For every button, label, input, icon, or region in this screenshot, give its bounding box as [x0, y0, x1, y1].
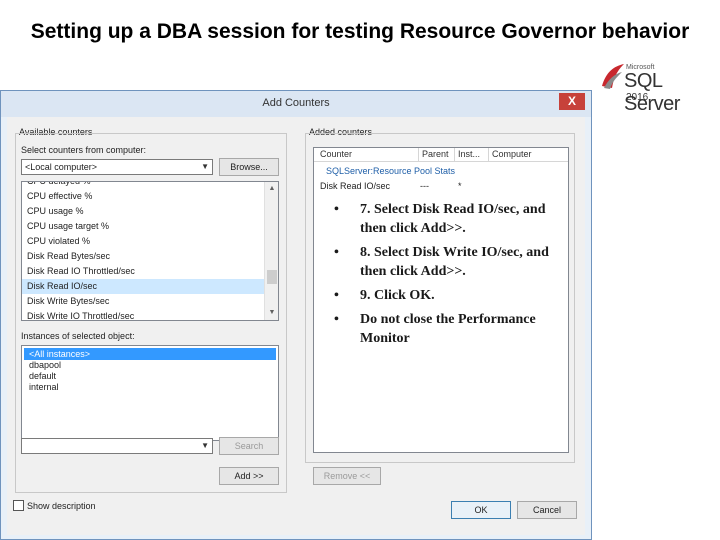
chevron-down-icon[interactable]: ▼ [201, 439, 209, 453]
counters-list[interactable]: CPU delayed % CPU effective % CPU usage … [21, 181, 279, 321]
chevron-down-icon[interactable]: ▼ [201, 160, 209, 174]
show-description-checkbox[interactable] [13, 500, 24, 511]
scroll-thumb[interactable] [267, 270, 277, 284]
instance-item-selected[interactable]: <All instances> [24, 348, 276, 360]
instances-list[interactable]: <All instances> dbapool default internal [21, 345, 279, 441]
instruction-text: Do not close the Performance Monitor [360, 312, 536, 346]
slide-title: Setting up a DBA session for testing Res… [30, 20, 690, 43]
counter-item[interactable]: Disk Write Bytes/sec [22, 294, 266, 309]
sql-server-logo: Microsoft SQL Server 2016 [600, 62, 710, 115]
column-parent[interactable]: Parent [422, 149, 449, 159]
added-counter-parent: --- [420, 181, 429, 191]
counter-item[interactable]: CPU effective % [22, 189, 266, 204]
counters-scrollbar[interactable]: ▲ ▼ [264, 182, 278, 320]
computer-combo[interactable]: <Local computer> ▼ [21, 159, 213, 175]
counter-item[interactable]: Disk Read Bytes/sec [22, 249, 266, 264]
search-button[interactable]: Search [219, 437, 279, 455]
instruction-text: 9. Click OK. [360, 288, 435, 303]
added-counter-instance: * [458, 181, 462, 191]
search-combo[interactable]: ▼ [21, 438, 213, 454]
instance-item[interactable]: internal [24, 382, 276, 393]
added-object-name: SQLServer:Resource Pool Stats [326, 166, 456, 176]
remove-button[interactable]: Remove << [313, 467, 381, 485]
instance-item[interactable]: default [24, 371, 276, 382]
instance-item[interactable]: dbapool [24, 360, 276, 371]
counter-item[interactable]: CPU usage % [22, 204, 266, 219]
select-computer-label: Select counters from computer: [21, 145, 147, 155]
bullet-icon: • [334, 312, 339, 327]
logo-version: 2016 [626, 92, 649, 103]
instruction-item: • 9. Click OK. [330, 286, 570, 305]
column-instance[interactable]: Inst... [458, 149, 480, 159]
browse-button[interactable]: Browse... [219, 158, 279, 176]
ok-button[interactable]: OK [451, 501, 511, 519]
instruction-list: • 7. Select Disk Read IO/sec, and then c… [330, 200, 570, 353]
bullet-icon: • [334, 202, 339, 217]
counter-item[interactable]: CPU delayed % [22, 182, 266, 189]
added-object-row[interactable]: SQLServer:Resource Pool Stats [314, 164, 568, 178]
counter-item-selected[interactable]: Disk Read IO/sec [22, 279, 266, 294]
added-counter-row[interactable]: Disk Read IO/sec --- * [314, 179, 568, 193]
show-description-label: Show description [27, 501, 96, 511]
instruction-item: • Do not close the Performance Monitor [330, 310, 570, 348]
sql-server-logo-icon [602, 64, 624, 89]
cancel-button[interactable]: Cancel [517, 501, 577, 519]
counter-item[interactable]: CPU usage target % [22, 219, 266, 234]
instances-label: Instances of selected object: [21, 331, 135, 341]
column-computer[interactable]: Computer [492, 149, 532, 159]
bullet-icon: • [334, 288, 339, 303]
dialog-title: Add Counters [262, 97, 330, 109]
instruction-item: • 8. Select Disk Write IO/sec, and then … [330, 243, 570, 281]
computer-combo-value: <Local computer> [25, 162, 98, 172]
bullet-icon: • [334, 245, 339, 260]
close-button[interactable]: X [559, 93, 585, 110]
add-button[interactable]: Add >> [219, 467, 279, 485]
scroll-down-icon[interactable]: ▼ [265, 306, 278, 320]
column-counter[interactable]: Counter [320, 149, 352, 159]
counter-item[interactable]: Disk Write IO Throttled/sec [22, 309, 266, 320]
instruction-item: • 7. Select Disk Read IO/sec, and then c… [330, 200, 570, 238]
counter-item[interactable]: CPU violated % [22, 234, 266, 249]
added-counter-name: Disk Read IO/sec [320, 181, 391, 191]
counter-item[interactable]: Disk Read IO Throttled/sec [22, 264, 266, 279]
instruction-text: 7. Select Disk Read IO/sec, and then cli… [360, 202, 546, 236]
instruction-text: 8. Select Disk Write IO/sec, and then cl… [360, 245, 549, 279]
added-grid-header: Counter Parent Inst... Computer [314, 148, 568, 162]
dialog-titlebar[interactable]: Add Counters X [1, 91, 591, 117]
scroll-up-icon[interactable]: ▲ [265, 182, 278, 196]
